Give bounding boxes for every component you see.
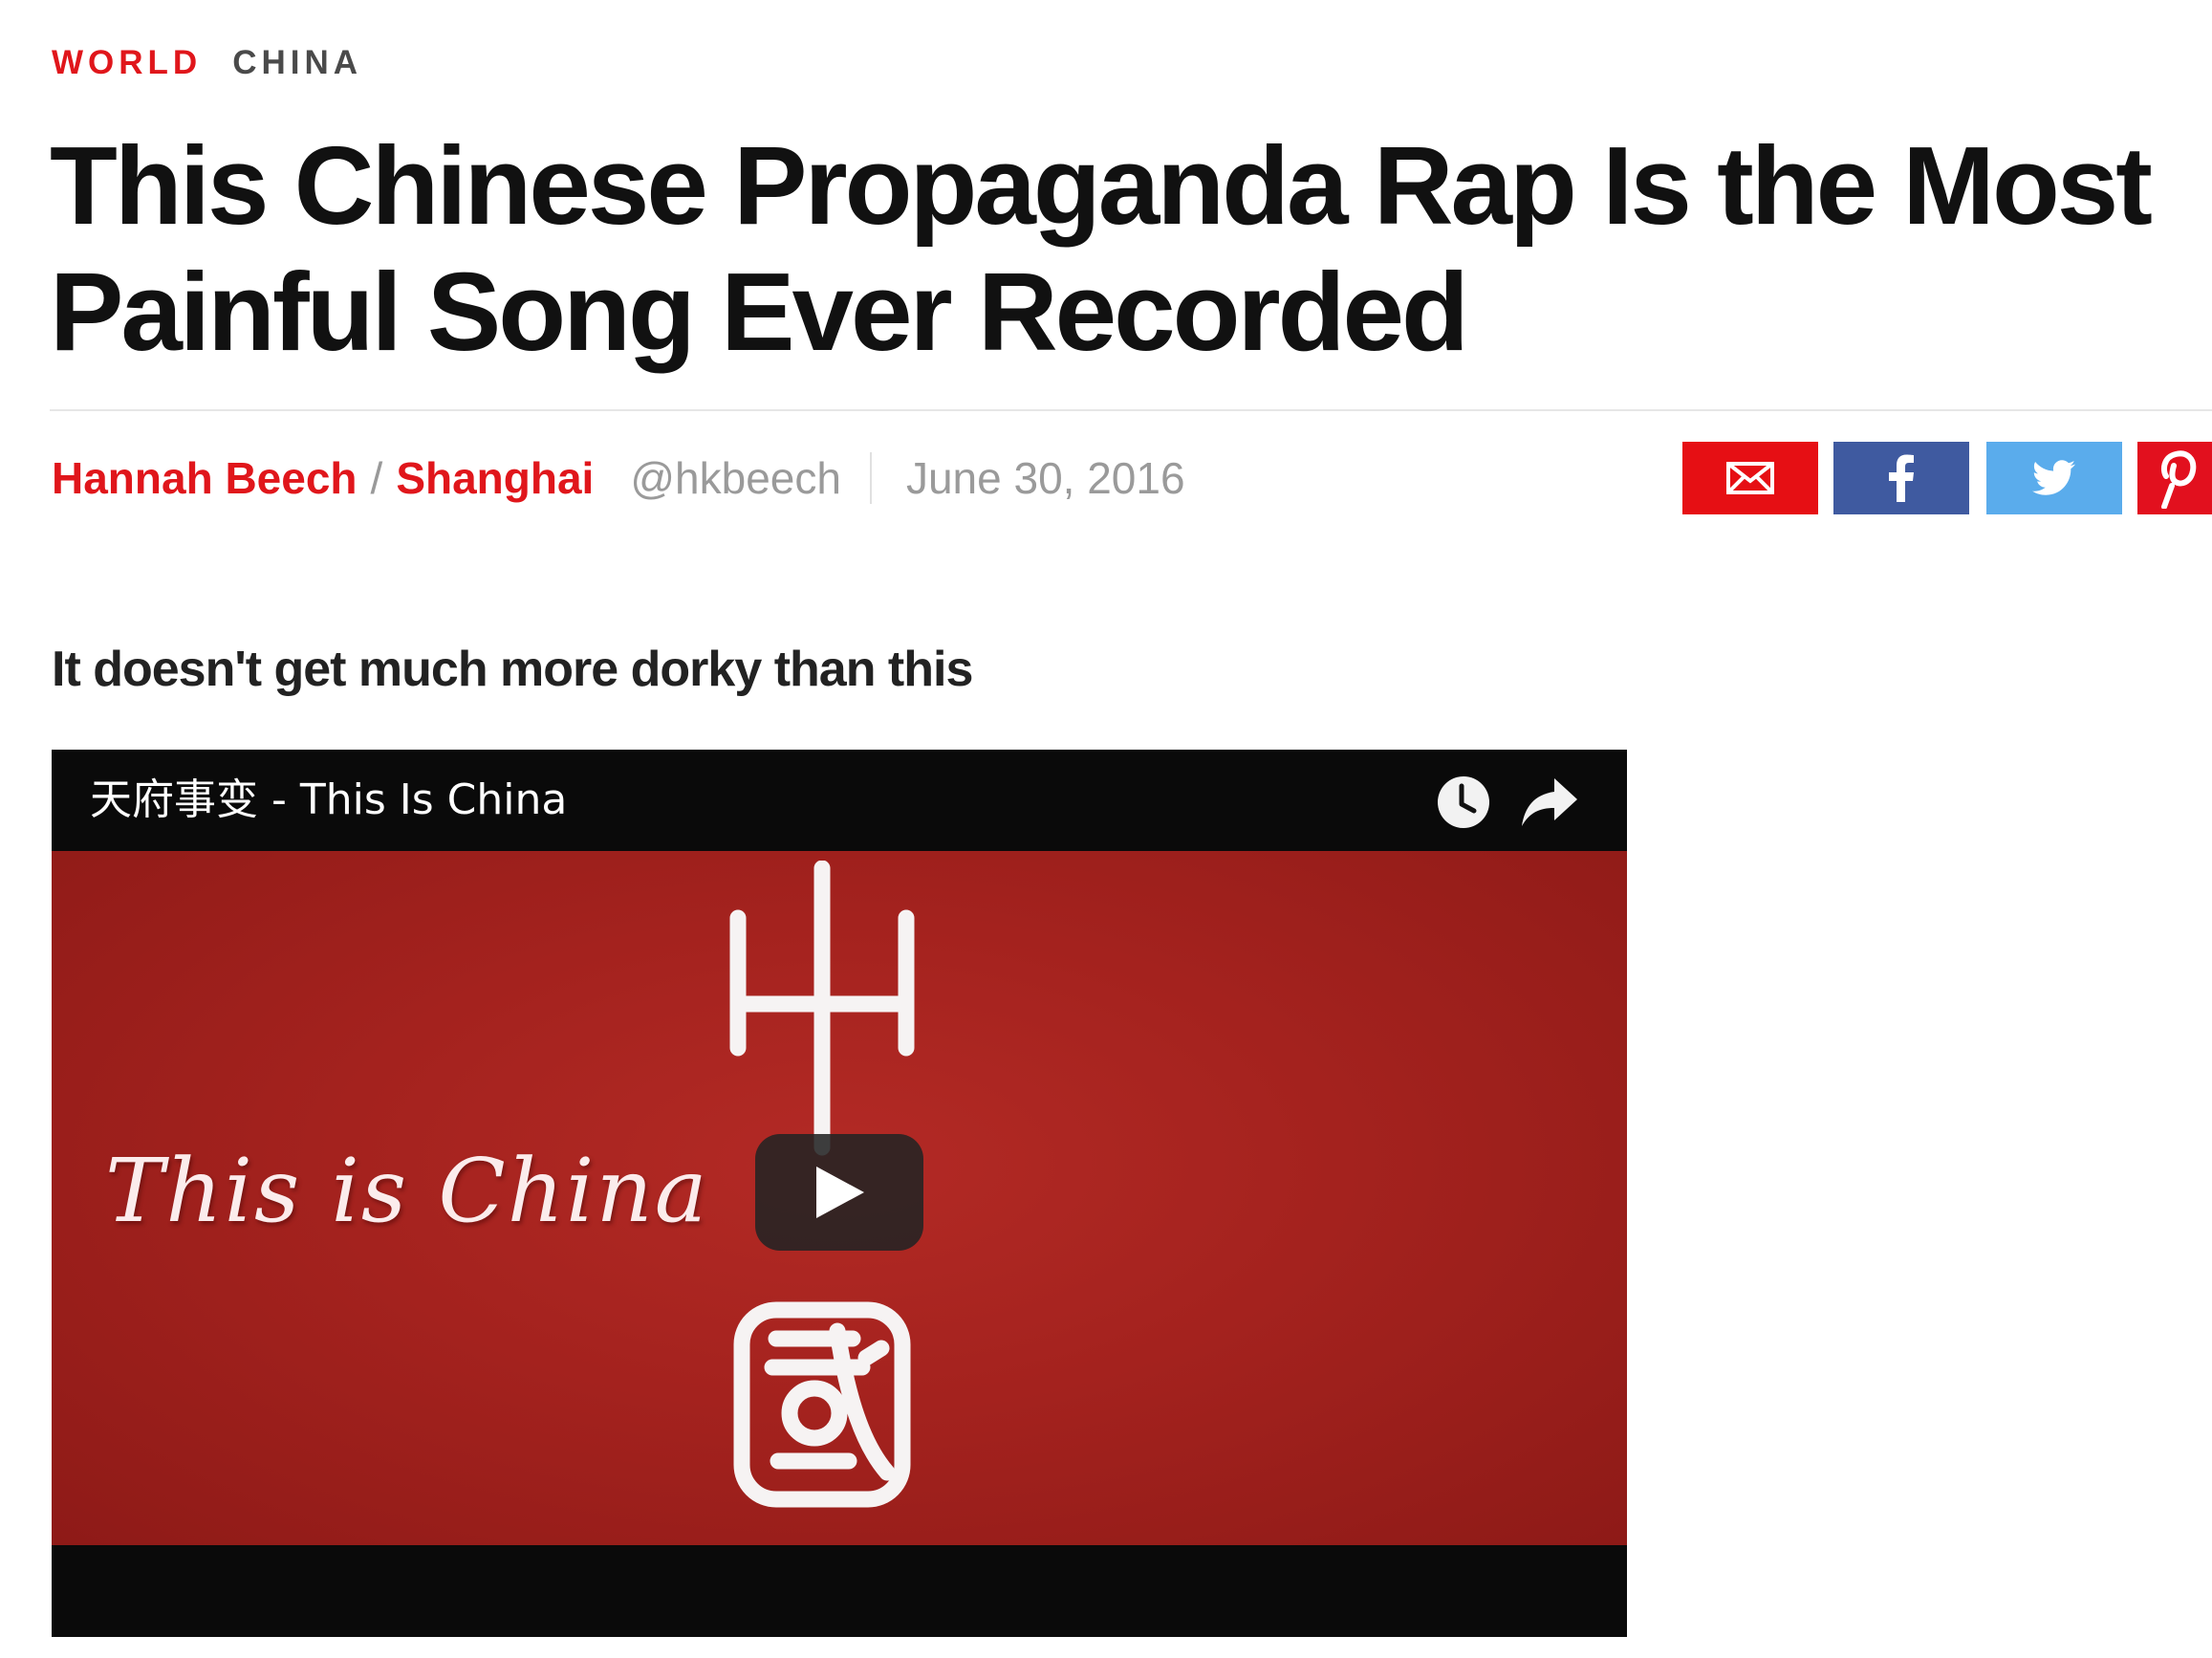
headline-line-2: Painful Song Ever Recorded xyxy=(50,250,1469,374)
clock-icon[interactable] xyxy=(1436,774,1491,830)
headline-line-1: This Chinese Propaganda Rap Is the Most xyxy=(50,123,2153,248)
pinterest-icon xyxy=(2160,450,2197,509)
byline: Hannah Beech / Shanghai @hkbeech June 30… xyxy=(52,447,1185,509)
video-bottom-bar xyxy=(52,1545,1627,1637)
twitter-icon xyxy=(2032,460,2075,495)
article-dek: It doesn't get much more dorky than this xyxy=(52,642,973,697)
share-facebook-button[interactable] xyxy=(1833,442,1969,514)
play-button[interactable] xyxy=(755,1134,923,1251)
byline-separator: / xyxy=(370,453,383,503)
author-link[interactable]: Hannah Beech xyxy=(52,452,358,504)
video-title[interactable]: 天府事变 - This Is China xyxy=(90,750,567,851)
headline-divider xyxy=(50,409,2212,411)
share-email-button[interactable] xyxy=(1682,442,1818,514)
thumbnail-caption: This is China xyxy=(105,1140,709,1242)
play-icon xyxy=(816,1167,864,1218)
headline: This Chinese Propaganda Rap Is the Most … xyxy=(50,122,2212,375)
share-arrow-icon[interactable] xyxy=(1520,776,1579,828)
share-pinterest-button[interactable] xyxy=(2137,442,2212,514)
facebook-icon xyxy=(1889,454,1914,502)
share-twitter-button[interactable] xyxy=(1986,442,2122,514)
section-link-china[interactable]: CHINA xyxy=(232,44,362,82)
publish-date: June 30, 2016 xyxy=(905,453,1185,503)
twitter-handle-link[interactable]: @hkbeech xyxy=(630,452,872,504)
location-link[interactable]: Shanghai xyxy=(396,452,594,504)
kicker: WORLD CHINA xyxy=(52,44,362,82)
email-icon xyxy=(1726,462,1774,494)
section-link-world[interactable]: WORLD xyxy=(52,44,202,82)
